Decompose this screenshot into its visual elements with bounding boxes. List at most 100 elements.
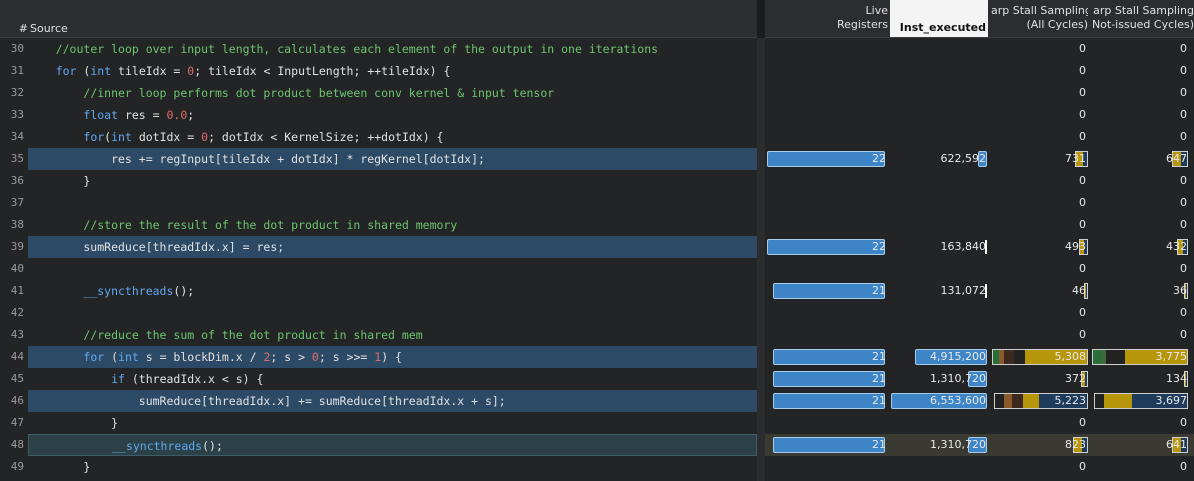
source-code[interactable]: sumReduce[threadIdx.x] = res; <box>28 236 757 258</box>
source-line[interactable]: 41 __syncthreads(); <box>0 280 757 302</box>
source-code[interactable] <box>28 302 757 324</box>
source-line[interactable]: 31 for (int tileIdx = 0; tileIdx < Input… <box>0 60 757 82</box>
source-code[interactable]: for (int tileIdx = 0; tileIdx < InputLen… <box>28 60 757 82</box>
metrics-row[interactable]: 00 <box>765 126 1194 148</box>
source-code[interactable] <box>28 192 757 214</box>
metrics-row[interactable]: 21 6,553,600 5,223 3,697 <box>765 390 1194 412</box>
metrics-row[interactable]: 21 1,310,720 823 641 <box>765 434 1194 456</box>
code-text: } <box>28 416 119 430</box>
metrics-row[interactable]: 21 131,072 46 36 <box>765 280 1194 302</box>
code-text: res = <box>118 108 167 122</box>
inst-executed-cell <box>890 302 988 324</box>
source-code[interactable]: //inner loop performs dot product betwee… <box>28 82 757 104</box>
source-line[interactable]: 36 } <box>0 170 757 192</box>
live-registers-bar <box>773 371 885 387</box>
stall-notissued-cycles-cell: 0 <box>1091 302 1189 324</box>
source-line[interactable]: 46 sumReduce[threadIdx.x] += sumReduce[t… <box>0 390 757 412</box>
source-line[interactable]: 35 res += regInput[tileIdx + dotIdx] * r… <box>0 148 757 170</box>
line-number-column-header[interactable]: # <box>0 22 28 35</box>
source-code[interactable]: __syncthreads(); <box>28 434 757 456</box>
code-text: } <box>28 174 91 188</box>
source-line[interactable]: 37 <box>0 192 757 214</box>
code-keyword: for <box>83 130 105 144</box>
source-line[interactable]: 48 __syncthreads(); <box>0 434 757 456</box>
metrics-row[interactable]: 00 <box>765 412 1194 434</box>
source-line[interactable]: 44 for (int s = blockDim.x / 2; s > 0; s… <box>0 346 757 368</box>
stall-all-cycles-value: 0 <box>1079 328 1086 341</box>
live-registers-bar <box>767 239 885 255</box>
source-line[interactable]: 32 //inner loop performs dot product bet… <box>0 82 757 104</box>
inst-executed-value: 6,553,600 <box>930 394 986 407</box>
stall-segment <box>1093 350 1101 364</box>
metrics-row[interactable]: 00 <box>765 456 1194 478</box>
source-line[interactable]: 34 for(int dotIdx = 0; dotIdx < KernelSi… <box>0 126 757 148</box>
metrics-row[interactable]: 21 4,915,200 5,308 3,775 <box>765 346 1194 368</box>
inst-executed-column-header[interactable]: Inst_executed <box>890 0 988 37</box>
live-registers-cell <box>765 324 888 346</box>
source-line[interactable]: 45 if (threadIdx.x < s) { <box>0 368 757 390</box>
live-registers-cell <box>765 456 888 478</box>
metrics-row[interactable]: 22 622,592 731 647 <box>765 148 1194 170</box>
source-code[interactable]: for(int dotIdx = 0; dotIdx < KernelSize;… <box>28 126 757 148</box>
source-code[interactable]: //store the result of the dot product in… <box>28 214 757 236</box>
source-line[interactable]: 40 <box>0 258 757 280</box>
stall-all-cycles-value: 823 <box>1065 438 1086 451</box>
source-code[interactable]: } <box>28 456 757 478</box>
source-code[interactable]: } <box>28 412 757 434</box>
stall-segment <box>1106 350 1125 364</box>
stall-segment <box>995 394 1005 408</box>
line-number: 47 <box>10 416 24 429</box>
stall-segment <box>1022 394 1040 408</box>
line-number: 40 <box>10 262 24 275</box>
source-code[interactable]: for (int s = blockDim.x / 2; s > 0; s >>… <box>28 346 757 368</box>
source-code[interactable]: //reduce the sum of the dot product in s… <box>28 324 757 346</box>
source-scrollbar[interactable] <box>757 38 765 481</box>
source-line[interactable]: 39 sumReduce[threadIdx.x] = res; <box>0 236 757 258</box>
code-text: ; s > <box>270 350 312 364</box>
source-column-header[interactable]: Source <box>30 22 68 35</box>
stall-notissued-cycles-cell: 0 <box>1091 126 1189 148</box>
source-line[interactable]: 38 //store the result of the dot product… <box>0 214 757 236</box>
source-line[interactable]: 49 } <box>0 456 757 478</box>
stall-notissued-cycles-cell: 0 <box>1091 214 1189 236</box>
live-registers-bar <box>773 283 885 299</box>
source-code[interactable]: __syncthreads(); <box>28 280 757 302</box>
inst-executed-cell <box>890 104 988 126</box>
source-code[interactable] <box>28 258 757 280</box>
metrics-row[interactable]: 22 163,840 493 432 <box>765 236 1194 258</box>
metrics-row[interactable]: 00 <box>765 60 1194 82</box>
metrics-row[interactable]: 00 <box>765 38 1194 60</box>
metrics-row[interactable]: 00 <box>765 214 1194 236</box>
source-code[interactable]: if (threadIdx.x < s) { <box>28 368 757 390</box>
source-code[interactable]: } <box>28 170 757 192</box>
metrics-row[interactable]: 00 <box>765 170 1194 192</box>
metrics-row[interactable]: 00 <box>765 258 1194 280</box>
source-code[interactable]: sumReduce[threadIdx.x] += sumReduce[thre… <box>28 390 757 412</box>
live-registers-bar <box>767 151 885 167</box>
stall-all-cycles-column-header[interactable]: arp Stall Sampling (All Cycles) <box>991 4 1088 32</box>
metrics-row[interactable]: 21 1,310,720 372 134 <box>765 368 1194 390</box>
source-line[interactable]: 43 //reduce the sum of the dot product i… <box>0 324 757 346</box>
source-line[interactable]: 42 <box>0 302 757 324</box>
metrics-row[interactable]: 00 <box>765 104 1194 126</box>
stall-all-cycles-cell: 0 <box>991 302 1088 324</box>
live-registers-column-header[interactable]: Live Registers <box>765 4 888 32</box>
source-code[interactable]: //outer loop over input length, calculat… <box>28 38 757 60</box>
metrics-row[interactable]: 00 <box>765 192 1194 214</box>
inst-executed-cell: 4,915,200 <box>890 346 988 368</box>
metrics-row[interactable]: 00 <box>765 82 1194 104</box>
metrics-row[interactable]: 00 <box>765 302 1194 324</box>
source-line[interactable]: 47 } <box>0 412 757 434</box>
live-registers-cell: 21 <box>765 346 888 368</box>
metrics-row[interactable]: 00 <box>765 324 1194 346</box>
stall-notissued-column-header[interactable]: arp Stall Sampling Not-issued Cycles) <box>1091 4 1194 32</box>
source-code[interactable]: float res = 0.0; <box>28 104 757 126</box>
source-line[interactable]: 33 float res = 0.0; <box>0 104 757 126</box>
source-line[interactable]: 30 //outer loop over input length, calcu… <box>0 38 757 60</box>
line-number: 31 <box>10 64 24 77</box>
source-code[interactable]: res += regInput[tileIdx + dotIdx] * regK… <box>28 148 757 170</box>
code-keyword: if <box>111 372 125 386</box>
stall-all-cycles-cell: 731 <box>991 148 1088 170</box>
